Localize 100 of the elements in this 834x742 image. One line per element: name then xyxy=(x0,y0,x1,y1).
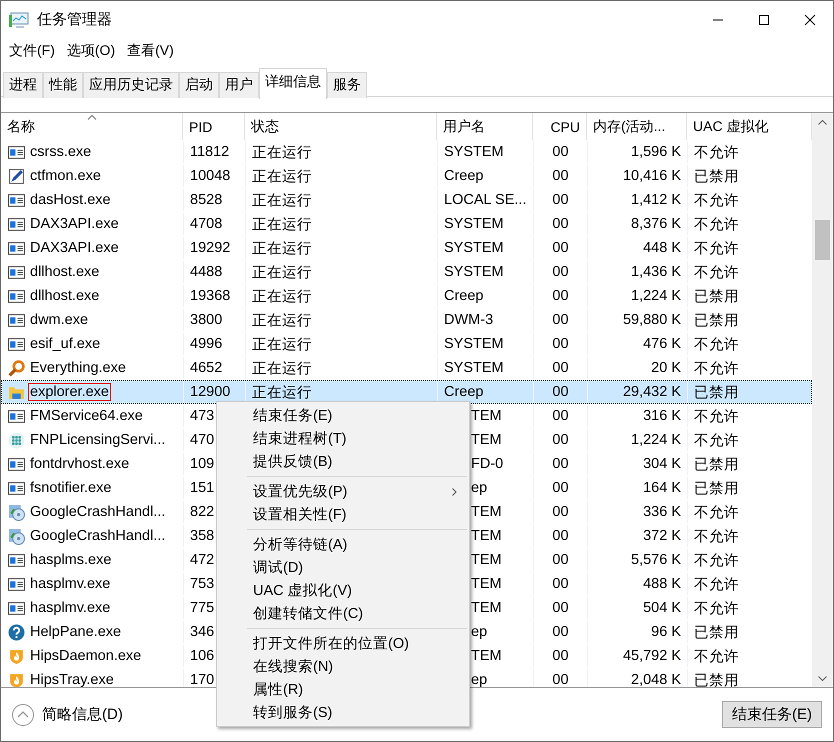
cpu-cell: 00 xyxy=(534,645,588,667)
window-icon xyxy=(8,192,25,208)
window-icon xyxy=(8,480,25,496)
column-header[interactable]: PID xyxy=(183,113,245,140)
process-name: ctfmon.exe xyxy=(29,168,102,184)
tab[interactable]: 应用历史记录 xyxy=(83,72,179,98)
process-name: FMService64.exe xyxy=(29,408,144,424)
process-name: fsnotifier.exe xyxy=(29,480,112,496)
tab[interactable]: 启动 xyxy=(179,72,219,98)
status-cell: 正在运行 xyxy=(246,285,438,307)
memory-cell: 5,576 K xyxy=(588,549,688,571)
process-name: hasplms.exe xyxy=(29,552,112,568)
cpu-cell: 00 xyxy=(534,525,588,547)
process-name: fontdrvhost.exe xyxy=(29,456,130,472)
table-row[interactable]: explorer.exe 12900 正在运行 Creep 00 29,432 K 已禁用 xyxy=(1,380,812,404)
scroll-up-icon[interactable] xyxy=(818,118,827,124)
menu-item[interactable]: 属性(R) xyxy=(217,678,469,701)
help-icon xyxy=(8,624,25,640)
cpu-cell: 00 xyxy=(534,405,588,427)
memory-cell: 448 K xyxy=(588,237,688,259)
magnifier-icon xyxy=(8,360,25,376)
pid-cell: 4708 xyxy=(184,213,246,235)
tab[interactable]: 性能 xyxy=(43,72,83,98)
process-name: HipsDaemon.exe xyxy=(29,648,142,664)
status-cell: 正在运行 xyxy=(246,333,438,355)
user-cell: SYSTEM xyxy=(438,213,534,235)
memory-cell: 29,432 K xyxy=(588,381,688,403)
status-cell: 正在运行 xyxy=(246,213,438,235)
column-header[interactable]: 名称 xyxy=(1,113,183,140)
column-header[interactable]: CPU xyxy=(533,113,587,140)
end-task-button[interactable]: 结束任务(E) xyxy=(722,701,822,728)
memory-cell: 336 K xyxy=(588,501,688,523)
tab[interactable]: 用户 xyxy=(219,72,259,98)
menu-item[interactable]: 文件(F) xyxy=(3,40,61,64)
menu-item[interactable]: 选项(O) xyxy=(60,40,122,64)
scrollbar[interactable] xyxy=(812,113,833,687)
tab[interactable]: 详细信息 xyxy=(259,68,327,99)
window-icon xyxy=(8,216,25,232)
memory-cell: 488 K xyxy=(588,573,688,595)
process-name: GoogleCrashHandl... xyxy=(29,504,166,520)
process-name: HelpPane.exe xyxy=(29,624,122,640)
cpu-cell: 00 xyxy=(534,357,588,379)
scroll-thumb[interactable] xyxy=(815,220,830,260)
menu-item[interactable]: 查看(V) xyxy=(121,40,180,64)
window-icon xyxy=(8,576,25,592)
window-icon xyxy=(8,240,25,256)
window-icon xyxy=(8,408,25,424)
pen-icon xyxy=(8,168,25,184)
memory-cell: 1,596 K xyxy=(588,141,688,163)
process-name: DAX3API.exe xyxy=(29,216,120,232)
process-name: FNPLicensingServi... xyxy=(29,432,166,448)
window-icon xyxy=(8,264,25,280)
cpu-cell: 00 xyxy=(534,237,588,259)
memory-cell: 316 K xyxy=(588,405,688,427)
cpu-cell: 00 xyxy=(534,213,588,235)
process-name: dllhost.exe xyxy=(29,264,100,280)
brief-info-link[interactable]: 简略信息(D) xyxy=(42,705,123,724)
cpu-cell: 00 xyxy=(534,261,588,283)
memory-cell: 164 K xyxy=(588,477,688,499)
process-name: hasplmv.exe xyxy=(29,600,112,616)
process-name: DAX3API.exe xyxy=(29,240,120,256)
cpu-cell: 00 xyxy=(534,597,588,619)
cpu-cell: 00 xyxy=(534,189,588,211)
process-name: GoogleCrashHandl... xyxy=(29,528,166,544)
column-header[interactable]: 用户名 xyxy=(437,113,533,140)
user-cell: SYSTEM xyxy=(438,357,534,379)
tab[interactable]: 进程 xyxy=(3,72,43,98)
status-cell: 正在运行 xyxy=(246,237,438,259)
status-cell: 正在运行 xyxy=(246,261,438,283)
window-icon xyxy=(8,144,25,160)
cpu-cell: 00 xyxy=(534,549,588,571)
process-name: dllhost.exe xyxy=(29,288,100,304)
column-header[interactable]: 内存(活动... xyxy=(587,113,687,140)
cpu-cell: 00 xyxy=(534,669,588,687)
memory-cell: 372 K xyxy=(588,525,688,547)
disc-icon xyxy=(8,504,25,520)
collapse-icon[interactable] xyxy=(12,704,34,726)
menu-item[interactable]: 转到服务(S) xyxy=(217,701,469,724)
status-cell: 正在运行 xyxy=(246,309,438,331)
status-cell: 正在运行 xyxy=(246,165,438,187)
pid-cell: 19368 xyxy=(184,285,246,307)
column-header[interactable]: 状态 xyxy=(245,113,437,140)
window-icon xyxy=(8,312,25,328)
maximize-icon xyxy=(758,14,770,26)
memory-cell: 96 K xyxy=(588,621,688,643)
memory-cell: 1,436 K xyxy=(588,261,688,283)
user-cell: SYSTEM xyxy=(438,141,534,163)
pid-cell: 3800 xyxy=(184,309,246,331)
process-name: csrss.exe xyxy=(29,144,92,160)
scroll-down-icon[interactable] xyxy=(818,676,827,682)
tab[interactable]: 服务 xyxy=(327,72,367,98)
memory-cell: 1,412 K xyxy=(588,189,688,211)
disc-icon xyxy=(8,528,25,544)
pid-cell: 4996 xyxy=(184,333,246,355)
memory-cell: 45,792 K xyxy=(588,645,688,667)
memory-cell: 2,048 K xyxy=(588,669,688,687)
dotted-circle-icon xyxy=(8,432,25,448)
window-title: 任务管理器 xyxy=(37,10,113,29)
pid-cell: 4652 xyxy=(184,357,246,379)
cpu-cell: 00 xyxy=(534,381,588,403)
